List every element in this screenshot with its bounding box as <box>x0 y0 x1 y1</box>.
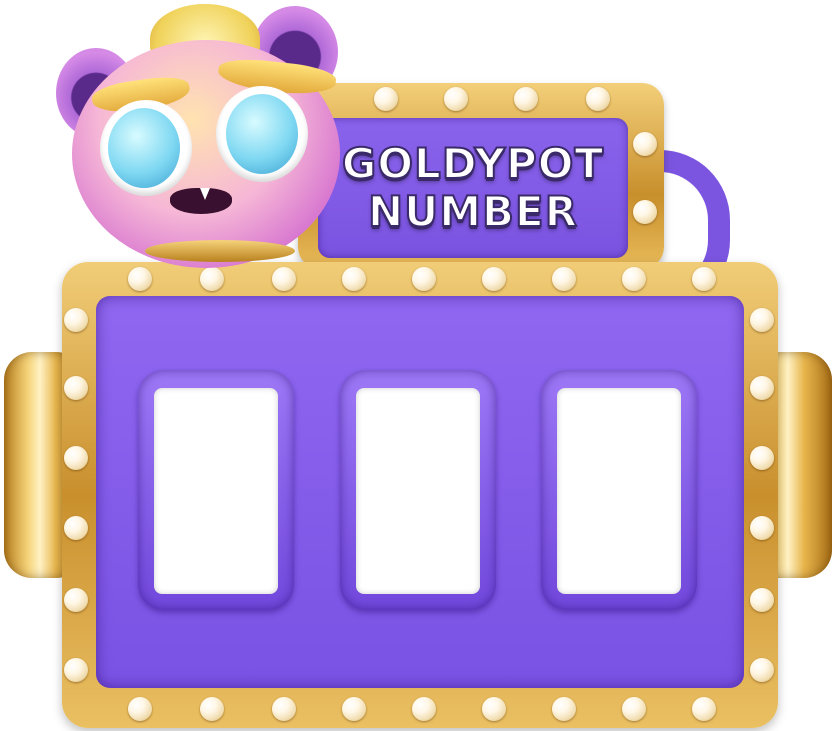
marquee-bulb-icon <box>633 200 657 224</box>
marquee-bulb-icon <box>200 267 224 291</box>
marquee-bulb-icon <box>750 376 774 400</box>
marquee-bulb-icon <box>552 267 576 291</box>
marquee-bulb-icon <box>750 516 774 540</box>
marquee-bulb-icon <box>552 697 576 721</box>
marquee-bulb-icon <box>64 376 88 400</box>
title-text: GOLDYPOT NUMBER <box>318 139 628 237</box>
marquee-bulb-icon <box>342 697 366 721</box>
marquee-bulb-icon <box>750 588 774 612</box>
mascot-collar <box>145 240 295 262</box>
number-slot-3 <box>557 388 681 594</box>
marquee-bulb-icon <box>514 87 538 111</box>
number-slot-2 <box>356 388 480 594</box>
marquee-bulb-icon <box>633 132 657 156</box>
marquee-bulb-icon <box>64 516 88 540</box>
marquee-bulb-icon <box>750 446 774 470</box>
marquee-bulb-icon <box>374 87 398 111</box>
marquee-bulb-icon <box>128 697 152 721</box>
marquee-bulb-icon <box>412 697 436 721</box>
marquee-bulb-icon <box>622 267 646 291</box>
number-slot-1 <box>154 388 278 594</box>
mascot-left-iris <box>108 108 180 188</box>
marquee-bulb-icon <box>272 267 296 291</box>
marquee-bulb-icon <box>482 267 506 291</box>
mascot-right-iris <box>226 94 298 174</box>
marquee-bulb-icon <box>64 588 88 612</box>
marquee-bulb-icon <box>750 658 774 682</box>
marquee-bulb-icon <box>482 697 506 721</box>
marquee-bulb-icon <box>64 308 88 332</box>
marquee-bulb-icon <box>622 697 646 721</box>
marquee-bulb-icon <box>128 267 152 291</box>
marquee-bulb-icon <box>444 87 468 111</box>
marquee-bulb-icon <box>692 267 716 291</box>
mascot-mouth <box>170 188 232 214</box>
marquee-bulb-icon <box>64 658 88 682</box>
marquee-bulb-icon <box>272 697 296 721</box>
marquee-bulb-icon <box>200 697 224 721</box>
marquee-bulb-icon <box>586 87 610 111</box>
marquee-bulb-icon <box>750 308 774 332</box>
marquee-bulb-icon <box>64 446 88 470</box>
title-line-2: NUMBER <box>367 187 579 237</box>
marquee-bulb-icon <box>692 697 716 721</box>
title-line-1: GOLDYPOT <box>341 139 605 189</box>
marquee-bulb-icon <box>412 267 436 291</box>
marquee-bulb-icon <box>342 267 366 291</box>
